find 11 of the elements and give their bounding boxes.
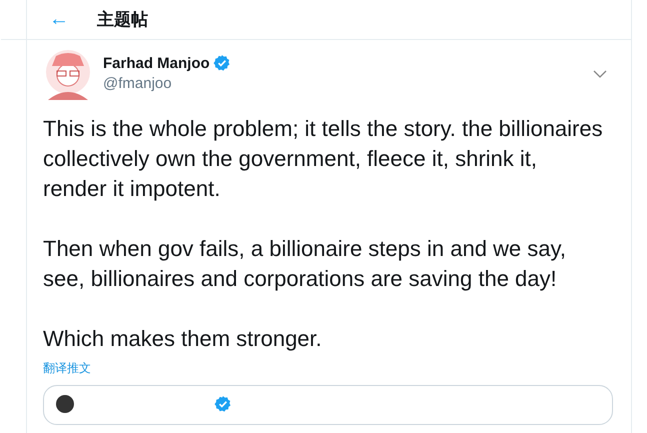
author-handle[interactable]: @fmanjoo: [103, 75, 231, 92]
tweet-text: This is the whole problem; it tells the story. the billionaires collectively own the government, fleece it, shrink it, render it impotent.: [43, 115, 603, 203]
tweet-text: Which makes them stronger.: [43, 325, 323, 353]
back-arrow-icon[interactable]: ←: [49, 8, 97, 31]
avatar-icon: [43, 48, 93, 102]
translate-link[interactable]: 翻译推文: [43, 360, 631, 377]
author-name[interactable]: Farhad Manjoo: [103, 54, 210, 72]
tweet-text: Then when gov fails, a billionaire steps in and we say, see, billionaires and corporations are saving the day!: [43, 235, 567, 293]
chevron-down-icon[interactable]: [593, 70, 607, 78]
page-title: 主题帖: [97, 9, 148, 31]
avatar-icon: [56, 395, 74, 413]
